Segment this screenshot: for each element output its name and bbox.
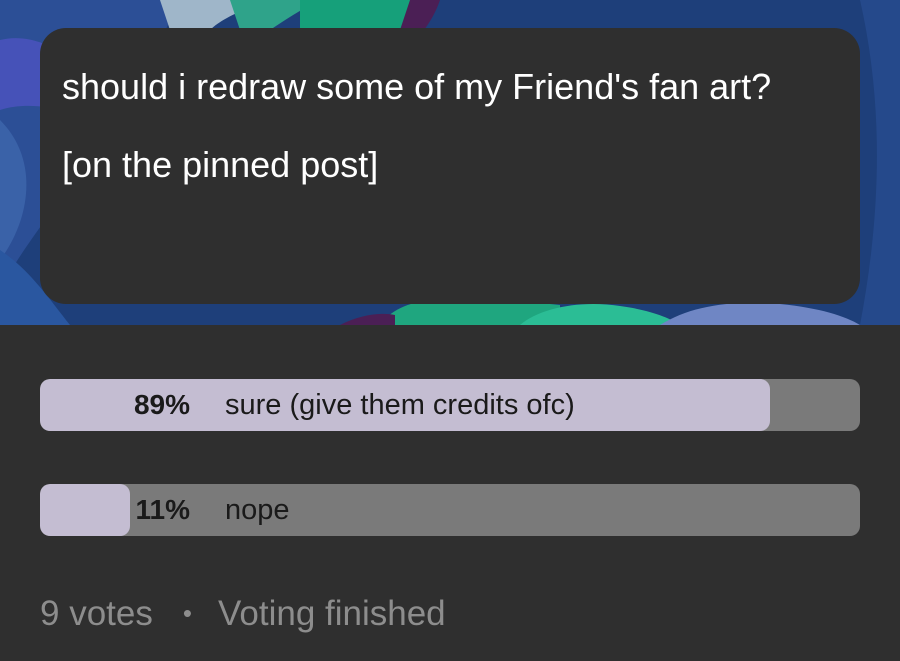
poll-status: Voting finished xyxy=(217,594,446,633)
poll-screen: should i redraw some of my Friend's fan … xyxy=(0,0,900,661)
question-card: should i redraw some of my Friend's fan … xyxy=(40,28,860,304)
poll-option-label: nope xyxy=(225,494,290,526)
poll-question: should i redraw some of my Friend's fan … xyxy=(62,66,772,107)
poll-option-sure[interactable]: 89% sure (give them credits ofc) xyxy=(40,379,860,431)
poll-option-label: sure (give them credits ofc) xyxy=(225,389,575,421)
poll-option-percent: 89% xyxy=(133,389,190,420)
poll-note: [on the pinned post] xyxy=(62,144,379,185)
poll-footer: 9 votes • Voting finished xyxy=(40,588,446,640)
poll-option-percent: 11% xyxy=(135,494,191,525)
vote-count: 9 votes xyxy=(40,594,153,633)
poll-option-nope[interactable]: 11% nope xyxy=(40,484,860,536)
separator-dot: • xyxy=(182,597,192,628)
